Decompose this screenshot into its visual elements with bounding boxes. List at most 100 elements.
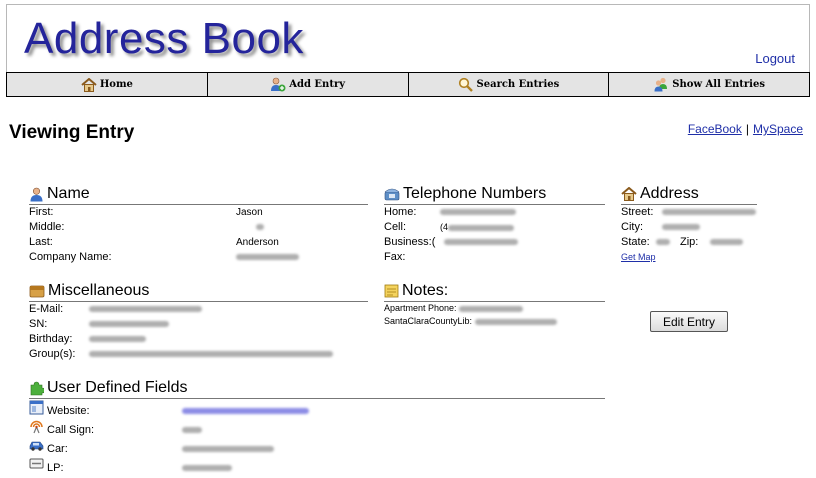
telephone-icon (384, 188, 400, 201)
notes-section: Notes: Apartment Phone: SantaClaraCounty… (384, 282, 605, 328)
nav-search-entries[interactable]: Search Entries (409, 73, 610, 96)
email-label: E-Mail: (29, 303, 64, 315)
birthday-row: Birthday: (29, 332, 368, 347)
nav-search-label: Search Entries (476, 79, 560, 90)
edit-entry-button[interactable]: Edit Entry (650, 311, 728, 332)
city-redacted (662, 224, 700, 231)
sn-row: SN: (29, 317, 368, 332)
myspace-link[interactable]: MySpace (753, 122, 803, 136)
udf-heading-text: User Defined Fields (47, 379, 188, 396)
callsign-redacted (182, 427, 202, 434)
page-title: Viewing Entry (9, 122, 135, 143)
state-zip-row: State: Zip: (621, 235, 757, 250)
social-separator: | (745, 122, 749, 136)
logout-link[interactable]: Logout (755, 51, 795, 66)
last-name-label: Last: (29, 236, 53, 248)
sn-label: SN: (29, 318, 48, 330)
company-label: Company Name: (29, 251, 112, 263)
first-name-value: Jason (236, 207, 263, 218)
house-icon (621, 187, 637, 201)
search-icon (458, 77, 473, 92)
home-phone-label: Home: (384, 206, 417, 218)
address-heading-text: Address (640, 185, 699, 202)
callsign-row: Call Sign: (29, 418, 605, 437)
social-links: FaceBook | MySpace (688, 122, 803, 136)
first-name-label: First: (29, 206, 54, 218)
radio-signal-icon (30, 420, 43, 434)
car-redacted (182, 446, 274, 453)
email-redacted (89, 306, 202, 313)
nav-show-all[interactable]: Show All Entries (609, 73, 809, 96)
zip-label: Zip: (680, 236, 699, 248)
car-icon (29, 441, 44, 451)
fax-label: Fax: (384, 251, 406, 263)
street-redacted (662, 209, 756, 216)
library-label: SantaClaraCountyLib: (384, 316, 473, 326)
email-row: E-Mail: (29, 302, 368, 317)
webpage-icon (29, 400, 44, 415)
library-redacted (474, 318, 557, 325)
apartment-phone-redacted (459, 305, 524, 312)
birthday-label: Birthday: (29, 333, 73, 345)
fax-row: Fax: (384, 250, 605, 265)
add-user-icon (271, 77, 286, 92)
get-map-link[interactable]: Get Map (621, 252, 656, 262)
middle-name-label: Middle: (29, 221, 65, 233)
cell-phone-label: Cell: (384, 221, 407, 233)
business-phone-label: Business:( (384, 236, 436, 248)
misc-section: Miscellaneous E-Mail: SN: Birthday: Grou… (29, 282, 368, 362)
nav-add-label: Add Entry (289, 79, 346, 90)
last-name-value: Anderson (236, 237, 279, 248)
city-row: City: (621, 220, 757, 235)
name-section: Name First: Jason Middle: Last: Anderson C… (29, 185, 368, 265)
car-row: Car: (29, 437, 605, 456)
phone-heading-text: Telephone Numbers (403, 185, 547, 202)
business-phone-row: Business:( (384, 235, 605, 250)
cell-phone-prefix: (4 (440, 222, 449, 232)
lp-label: LP: (47, 462, 64, 474)
group-users-icon (654, 77, 668, 92)
groups-label: Group(s): (29, 348, 76, 360)
nav-show-all-label: Show All Entries (672, 79, 765, 90)
library-row: SantaClaraCountyLib: (384, 315, 605, 328)
home-phone-row: Home: (384, 205, 605, 220)
street-label: Street: (621, 206, 654, 218)
folder-icon (29, 285, 45, 298)
company-redacted (236, 254, 299, 261)
nav-home[interactable]: Home (7, 73, 208, 96)
middle-name-redacted (256, 224, 264, 231)
middle-name-row: Middle: (29, 220, 368, 235)
business-phone-redacted (444, 239, 518, 246)
lp-redacted (182, 465, 232, 472)
website-redacted[interactable] (182, 408, 309, 415)
misc-heading: Miscellaneous (29, 282, 368, 302)
name-heading: Name (29, 185, 368, 205)
main-nav: Home Add Entry Search Entries Show All E… (6, 72, 810, 97)
app-title: Address Book (24, 14, 304, 63)
udf-section: User Defined Fields Website: Call Sign: … (29, 379, 605, 475)
home-phone-redacted (440, 209, 516, 216)
header: Address Book Logout (6, 4, 810, 73)
last-name-row: Last: Anderson (29, 235, 368, 250)
phone-heading: Telephone Numbers (384, 185, 605, 205)
note-icon (384, 284, 399, 298)
state-label: State: (621, 236, 650, 248)
name-heading-text: Name (47, 185, 90, 202)
get-map-row: Get Map (621, 250, 757, 265)
zip-redacted (710, 239, 743, 246)
facebook-link[interactable]: FaceBook (688, 122, 742, 136)
address-section: Address Street: City: State: Zip: Get Map (621, 185, 757, 265)
license-plate-icon (29, 458, 44, 469)
nav-add-entry[interactable]: Add Entry (208, 73, 409, 96)
groups-redacted (89, 351, 333, 358)
birthday-redacted (89, 336, 146, 343)
apartment-phone-row: Apartment Phone: (384, 302, 605, 315)
misc-heading-text: Miscellaneous (48, 282, 150, 299)
nav-home-label: Home (99, 79, 133, 90)
address-heading: Address (621, 185, 757, 205)
notes-heading: Notes: (384, 282, 605, 302)
sn-redacted (89, 321, 169, 328)
home-icon (81, 77, 97, 92)
person-icon (30, 187, 43, 201)
city-label: City: (621, 221, 643, 233)
